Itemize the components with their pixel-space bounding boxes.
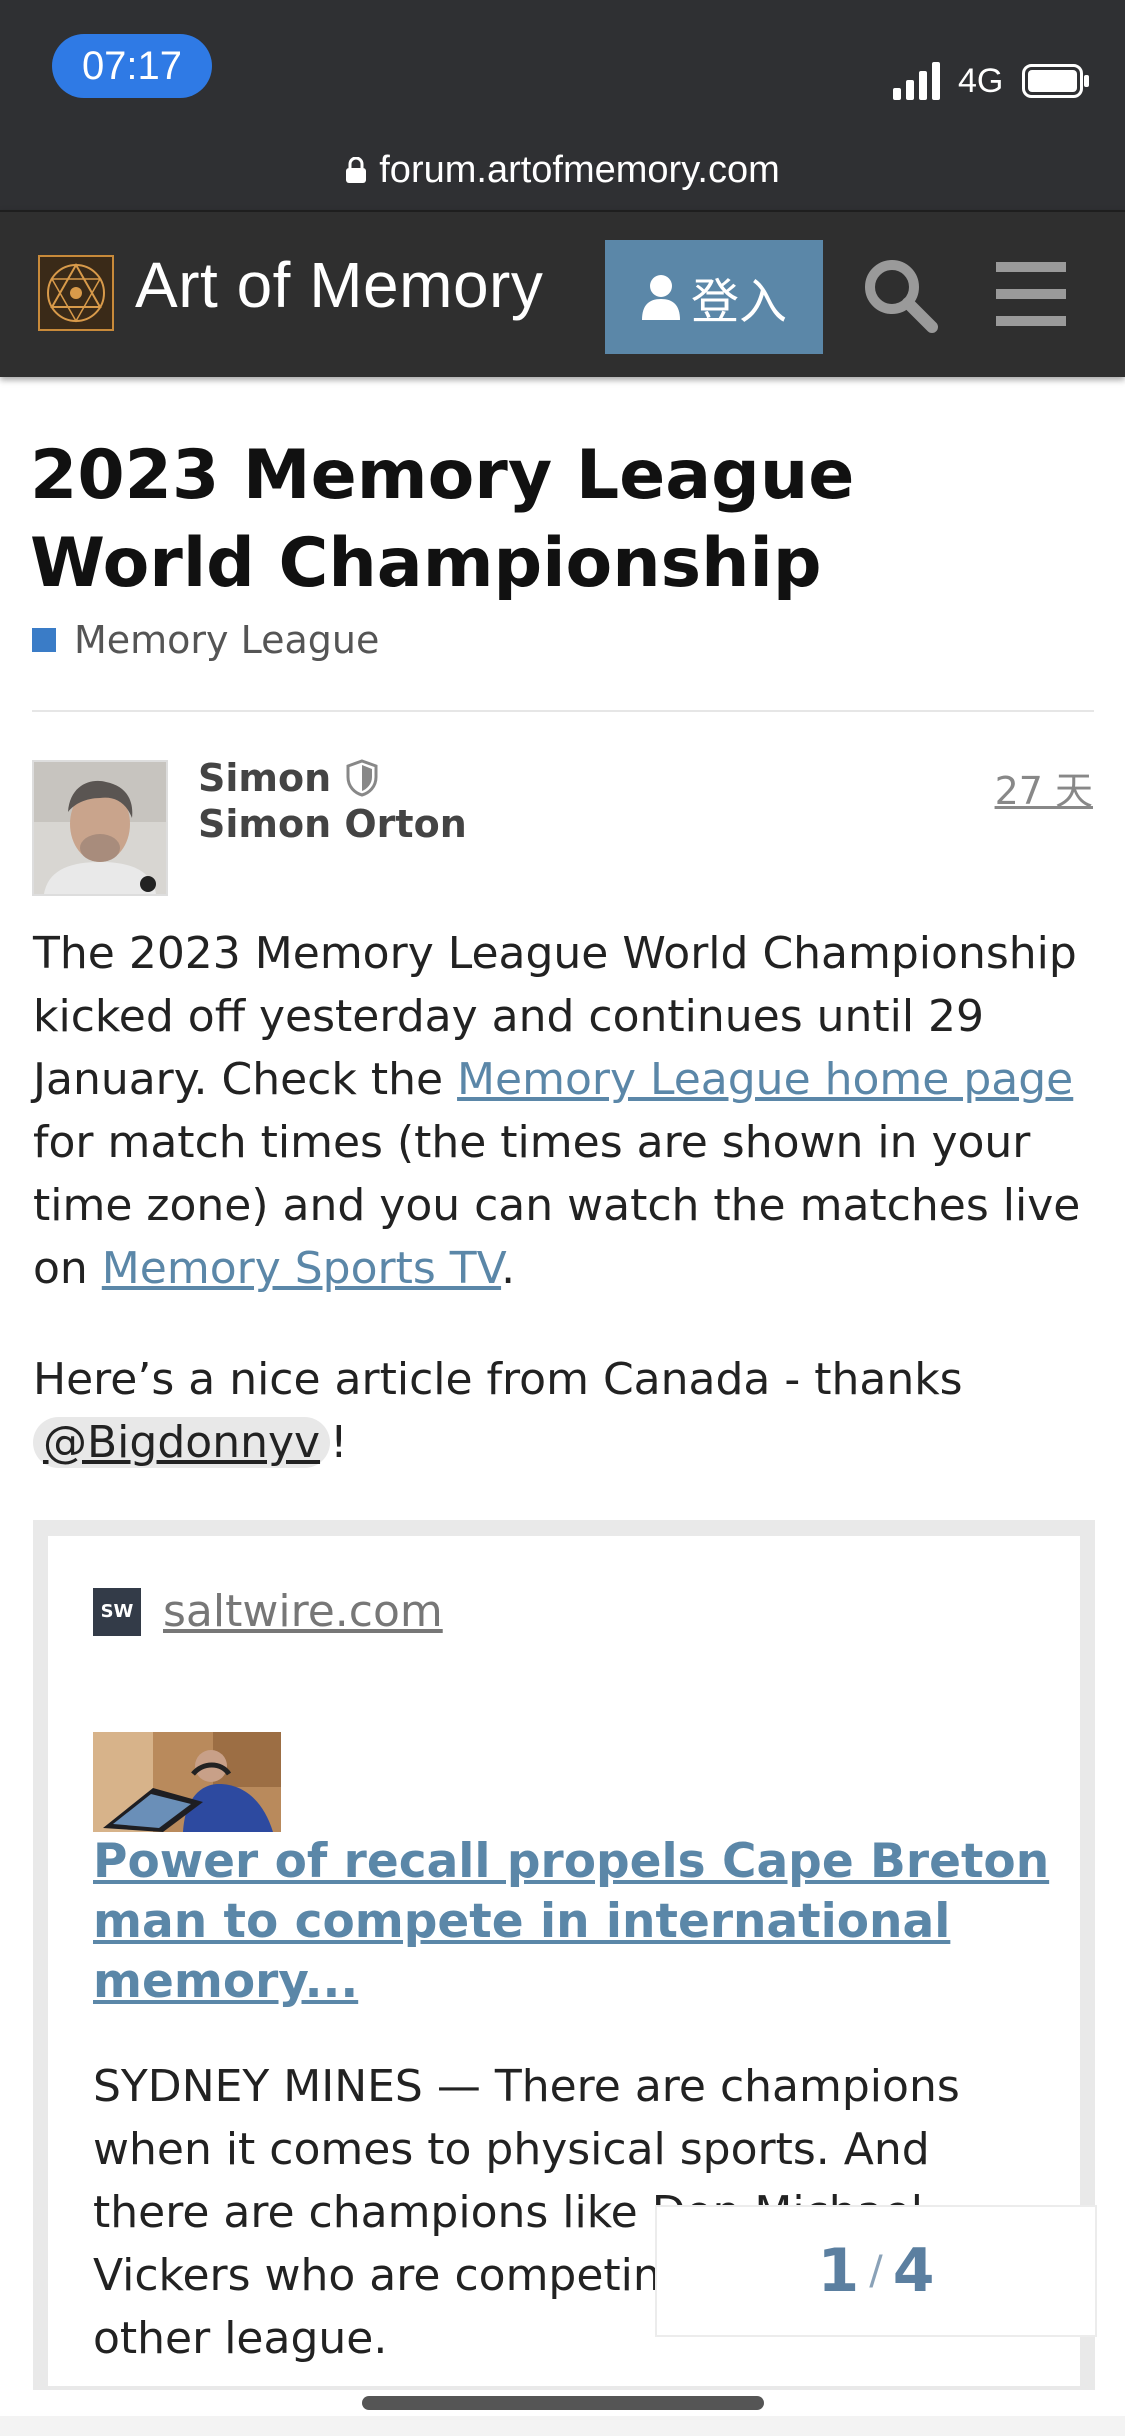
category-badge[interactable]: Memory League — [32, 618, 379, 662]
username-text: Simon — [198, 756, 332, 800]
post-paragraph-2: Here’s a nice article from Canada - than… — [33, 1348, 1103, 1474]
avatar[interactable] — [32, 760, 168, 896]
url-bar[interactable]: forum.artofmemory.com — [0, 142, 1125, 198]
post-username[interactable]: Simon — [198, 756, 379, 800]
battery-icon — [1022, 64, 1089, 98]
preview-source[interactable]: SW saltwire.com — [93, 1586, 443, 1637]
network-type: 4G — [958, 62, 1004, 100]
paragraph-text: Here’s a nice article from Canada - than… — [33, 1354, 963, 1405]
signal-icon — [893, 62, 940, 100]
category-label: Memory League — [74, 618, 380, 662]
user-icon — [641, 275, 680, 320]
login-button[interactable]: 登入 — [605, 240, 823, 354]
memory-league-link[interactable]: Memory League home page — [457, 1054, 1073, 1105]
moderator-shield-icon — [346, 759, 378, 797]
category-color-icon — [32, 628, 56, 652]
paragraph-text: ! — [330, 1417, 348, 1468]
divider — [32, 710, 1094, 712]
login-label: 登入 — [690, 274, 787, 330]
progress-total: 4 — [892, 2236, 935, 2306]
paragraph-text: . — [501, 1243, 516, 1294]
progress-separator: / — [869, 2248, 883, 2294]
status-time: 07:17 — [52, 34, 212, 98]
url-text: forum.artofmemory.com — [379, 148, 780, 191]
article-thumbnail-image — [93, 1732, 281, 1832]
hamburger-menu-icon[interactable] — [996, 262, 1066, 326]
home-indicator[interactable] — [362, 2396, 764, 2410]
post-full-name: Simon Orton — [198, 802, 467, 846]
avatar-image — [34, 762, 166, 894]
saltwire-favicon-icon: SW — [93, 1587, 141, 1636]
post-body: The 2023 Memory League World Championshi… — [33, 922, 1103, 1300]
article-title-link[interactable]: Power of recall propels Cape Breton man … — [93, 1832, 1053, 2012]
memory-sports-tv-link[interactable]: Memory Sports TV — [102, 1243, 501, 1294]
art-of-memory-logo-icon[interactable] — [38, 255, 114, 331]
article-thumbnail[interactable] — [93, 1732, 281, 1832]
topic-title[interactable]: 2023 Memory League World Championship — [30, 432, 1090, 608]
user-mention-link[interactable]: @Bigdonnyv — [33, 1417, 331, 1468]
progress-current: 1 — [817, 2236, 860, 2306]
search-icon[interactable] — [860, 255, 940, 335]
site-name[interactable]: Art of Memory — [135, 248, 543, 322]
lock-icon — [346, 157, 367, 183]
preview-source-link[interactable]: saltwire.com — [163, 1586, 443, 1637]
page-bottom — [0, 2416, 1125, 2436]
post-paragraph: The 2023 Memory League World Championshi… — [33, 922, 1103, 1300]
post-date[interactable]: 27 天 — [995, 760, 1093, 815]
topic-progress-indicator[interactable]: 1 / 4 — [655, 2205, 1097, 2337]
